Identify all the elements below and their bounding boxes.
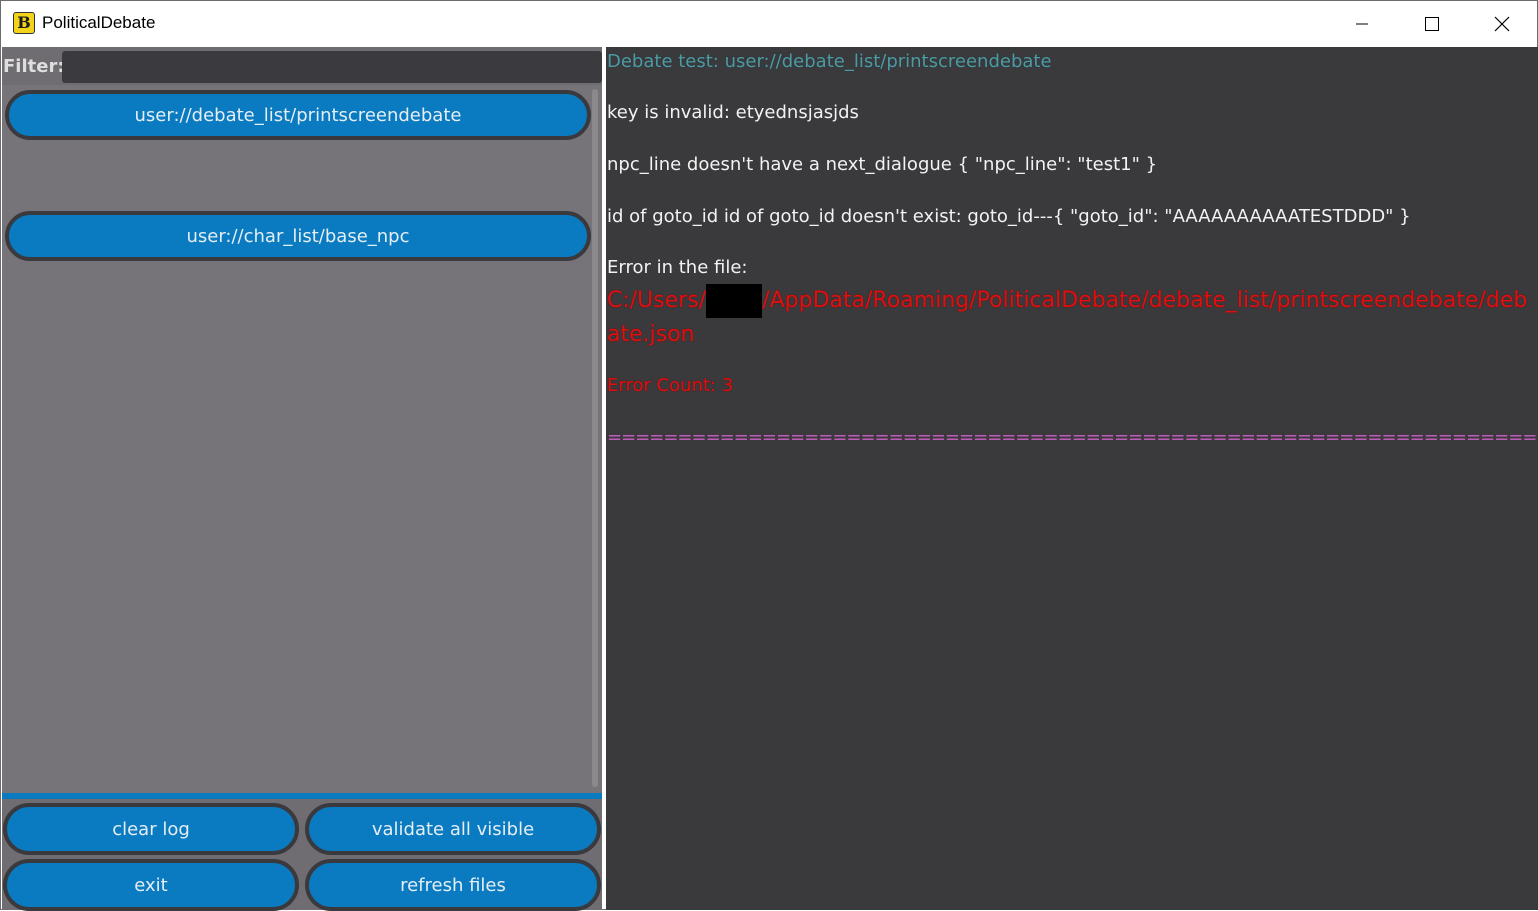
file-item-label: user://char_list/base_npc [186,225,410,247]
filter-row: Filter: [2,47,602,85]
file-panel: Filter: user://debate_list/printscreende… [2,47,602,911]
close-icon [1494,16,1510,31]
filter-label: Filter: [3,56,65,77]
validate-all-button[interactable]: validate all visible [305,803,601,855]
close-button[interactable] [1467,1,1537,46]
title-bar[interactable]: B PoliticalDebate [1,1,1537,46]
error-count: Error Count: 3 [607,375,734,396]
log-line: id of goto_id id of goto_id doesn't exis… [607,206,1411,227]
minimize-button[interactable] [1327,1,1397,46]
exit-button[interactable]: exit [3,859,299,911]
app-window: B PoliticalDebate Filter: user://debate_… [0,0,1538,911]
app-logo-icon: B [13,12,35,34]
maximize-button[interactable] [1397,1,1467,46]
log-header: Debate test: user://debate_list/printscr… [607,51,1052,72]
exit-label: exit [134,874,168,896]
log-line: Error in the file: [607,257,748,278]
refresh-files-label: refresh files [400,874,506,896]
maximize-icon [1425,16,1439,31]
file-list[interactable] [2,85,602,793]
file-item-printscreendebate[interactable]: user://debate_list/printscreendebate [5,90,591,140]
file-item-label: user://debate_list/printscreendebate [134,104,462,126]
filter-input[interactable] [62,51,602,83]
log-line: npc_line doesn't have a next_dialogue { … [607,154,1158,175]
log-line: key is invalid: etyednsjasjds [607,102,859,123]
refresh-files-button[interactable]: refresh files [305,859,601,911]
error-file-path: C:/Users//AppData/Roaming/PoliticalDebat… [607,284,1535,352]
clear-log-label: clear log [112,818,190,840]
minimize-icon [1356,23,1368,24]
file-item-base-npc[interactable]: user://char_list/base_npc [5,211,591,261]
error-path-prefix: C:/Users/ [607,288,707,313]
redacted-username [706,284,763,318]
log-separator: ========================================… [607,427,1538,448]
clear-log-button[interactable]: clear log [3,803,299,855]
log-output[interactable]: Debate test: user://debate_list/printscr… [606,47,1538,910]
window-title: PoliticalDebate [42,13,156,32]
file-list-scrollbar[interactable] [592,89,598,787]
validate-all-label: validate all visible [371,818,535,840]
